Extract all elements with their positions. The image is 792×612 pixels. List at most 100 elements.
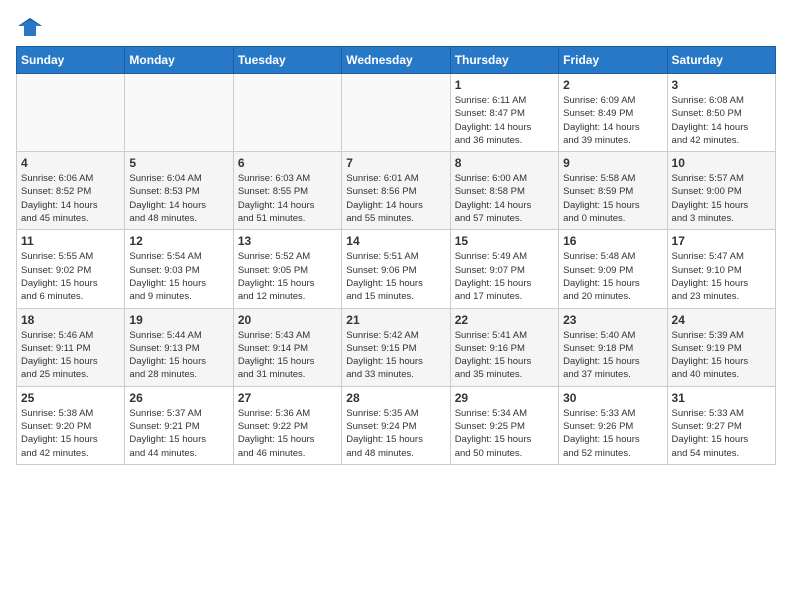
day-number: 16 xyxy=(563,234,662,248)
day-info: Sunrise: 5:42 AMSunset: 9:15 PMDaylight:… xyxy=(346,329,445,382)
day-number: 12 xyxy=(129,234,228,248)
day-number: 27 xyxy=(238,391,337,405)
day-info: Sunrise: 5:40 AMSunset: 9:18 PMDaylight:… xyxy=(563,329,662,382)
calendar-cell: 21 Sunrise: 5:42 AMSunset: 9:15 PMDayligh… xyxy=(342,308,450,386)
day-info: Sunrise: 6:06 AMSunset: 8:52 PMDaylight:… xyxy=(21,172,120,225)
calendar-cell: 14 Sunrise: 5:51 AMSunset: 9:06 PMDayligh… xyxy=(342,230,450,308)
day-number: 5 xyxy=(129,156,228,170)
calendar-cell: 19Sunrise: 5:44 AMSunset: 9:13 PMDayligh… xyxy=(125,308,233,386)
day-info: Sunrise: 6:04 AMSunset: 8:53 PMDaylight:… xyxy=(129,172,228,225)
calendar-cell: 12 Sunrise: 5:54 AMSunset: 9:03 PMDayligh… xyxy=(125,230,233,308)
day-number: 6 xyxy=(238,156,337,170)
day-info: Sunrise: 5:55 AMSunset: 9:02 PMDaylight:… xyxy=(21,250,120,303)
day-number: 14 xyxy=(346,234,445,248)
calendar-header: SundayMondayTuesdayWednesdayThursdayFrid… xyxy=(17,47,776,74)
weekday-header-tuesday: Tuesday xyxy=(233,47,341,74)
day-number: 18 xyxy=(21,313,120,327)
day-info: Sunrise: 5:51 AMSunset: 9:06 PMDaylight:… xyxy=(346,250,445,303)
calendar-cell: 29 Sunrise: 5:34 AMSunset: 9:25 PMDayligh… xyxy=(450,386,558,464)
day-number: 22 xyxy=(455,313,554,327)
weekday-header-sunday: Sunday xyxy=(17,47,125,74)
day-number: 26 xyxy=(129,391,228,405)
logo-icon xyxy=(16,16,44,38)
day-number: 30 xyxy=(563,391,662,405)
calendar-cell: 2Sunrise: 6:09 AMSunset: 8:49 PMDaylight… xyxy=(559,74,667,152)
day-number: 25 xyxy=(21,391,120,405)
calendar-cell: 18 Sunrise: 5:46 AMSunset: 9:11 PMDayligh… xyxy=(17,308,125,386)
day-number: 10 xyxy=(672,156,771,170)
calendar-week-row: 11 Sunrise: 5:55 AMSunset: 9:02 PMDayligh… xyxy=(17,230,776,308)
calendar-cell: 1Sunrise: 6:11 AMSunset: 8:47 PMDaylight… xyxy=(450,74,558,152)
day-number: 24 xyxy=(672,313,771,327)
day-number: 21 xyxy=(346,313,445,327)
day-info: Sunrise: 5:48 AMSunset: 9:09 PMDaylight:… xyxy=(563,250,662,303)
weekday-header-saturday: Saturday xyxy=(667,47,775,74)
calendar-cell xyxy=(233,74,341,152)
day-number: 15 xyxy=(455,234,554,248)
day-number: 11 xyxy=(21,234,120,248)
calendar-cell: 6 Sunrise: 6:03 AMSunset: 8:55 PMDaylight… xyxy=(233,152,341,230)
calendar-cell: 13 Sunrise: 5:52 AMSunset: 9:05 PMDayligh… xyxy=(233,230,341,308)
calendar-cell: 26 Sunrise: 5:37 AMSunset: 9:21 PMDayligh… xyxy=(125,386,233,464)
calendar-cell: 8Sunrise: 6:00 AMSunset: 8:58 PMDaylight… xyxy=(450,152,558,230)
day-number: 13 xyxy=(238,234,337,248)
day-number: 1 xyxy=(455,78,554,92)
day-number: 20 xyxy=(238,313,337,327)
calendar-cell: 9 Sunrise: 5:58 AMSunset: 8:59 PMDaylight… xyxy=(559,152,667,230)
calendar-cell: 31Sunrise: 5:33 AMSunset: 9:27 PMDayligh… xyxy=(667,386,775,464)
calendar-week-row: 18 Sunrise: 5:46 AMSunset: 9:11 PMDayligh… xyxy=(17,308,776,386)
day-info: Sunrise: 5:33 AMSunset: 9:26 PMDaylight:… xyxy=(563,407,662,460)
day-info: Sunrise: 5:34 AMSunset: 9:25 PMDaylight:… xyxy=(455,407,554,460)
day-number: 4 xyxy=(21,156,120,170)
day-info: Sunrise: 5:35 AMSunset: 9:24 PMDaylight:… xyxy=(346,407,445,460)
calendar-cell: 28 Sunrise: 5:35 AMSunset: 9:24 PMDayligh… xyxy=(342,386,450,464)
calendar-cell: 3 Sunrise: 6:08 AMSunset: 8:50 PMDaylight… xyxy=(667,74,775,152)
calendar-cell: 4 Sunrise: 6:06 AMSunset: 8:52 PMDaylight… xyxy=(17,152,125,230)
calendar-cell xyxy=(17,74,125,152)
day-info: Sunrise: 5:43 AMSunset: 9:14 PMDaylight:… xyxy=(238,329,337,382)
day-number: 7 xyxy=(346,156,445,170)
day-info: Sunrise: 6:03 AMSunset: 8:55 PMDaylight:… xyxy=(238,172,337,225)
calendar-cell: 25 Sunrise: 5:38 AMSunset: 9:20 PMDayligh… xyxy=(17,386,125,464)
logo xyxy=(16,16,48,38)
day-info: Sunrise: 5:38 AMSunset: 9:20 PMDaylight:… xyxy=(21,407,120,460)
calendar-cell: 10 Sunrise: 5:57 AMSunset: 9:00 PMDayligh… xyxy=(667,152,775,230)
calendar-cell: 27 Sunrise: 5:36 AMSunset: 9:22 PMDayligh… xyxy=(233,386,341,464)
day-number: 2 xyxy=(563,78,662,92)
calendar-cell: 5 Sunrise: 6:04 AMSunset: 8:53 PMDaylight… xyxy=(125,152,233,230)
day-info: Sunrise: 5:37 AMSunset: 9:21 PMDaylight:… xyxy=(129,407,228,460)
day-info: Sunrise: 6:01 AMSunset: 8:56 PMDaylight:… xyxy=(346,172,445,225)
day-number: 9 xyxy=(563,156,662,170)
page-header xyxy=(16,16,776,38)
day-number: 3 xyxy=(672,78,771,92)
day-info: Sunrise: 5:36 AMSunset: 9:22 PMDaylight:… xyxy=(238,407,337,460)
day-info: Sunrise: 5:54 AMSunset: 9:03 PMDaylight:… xyxy=(129,250,228,303)
day-info: Sunrise: 5:57 AMSunset: 9:00 PMDaylight:… xyxy=(672,172,771,225)
weekday-header-friday: Friday xyxy=(559,47,667,74)
day-number: 23 xyxy=(563,313,662,327)
day-number: 28 xyxy=(346,391,445,405)
weekday-header-thursday: Thursday xyxy=(450,47,558,74)
calendar-week-row: 1Sunrise: 6:11 AMSunset: 8:47 PMDaylight… xyxy=(17,74,776,152)
day-info: Sunrise: 5:39 AMSunset: 9:19 PMDaylight:… xyxy=(672,329,771,382)
calendar-cell: 23 Sunrise: 5:40 AMSunset: 9:18 PMDayligh… xyxy=(559,308,667,386)
calendar-cell: 15Sunrise: 5:49 AMSunset: 9:07 PMDayligh… xyxy=(450,230,558,308)
calendar-cell: 16 Sunrise: 5:48 AMSunset: 9:09 PMDayligh… xyxy=(559,230,667,308)
day-info: Sunrise: 5:52 AMSunset: 9:05 PMDaylight:… xyxy=(238,250,337,303)
weekday-header-wednesday: Wednesday xyxy=(342,47,450,74)
day-info: Sunrise: 5:44 AMSunset: 9:13 PMDaylight:… xyxy=(129,329,228,382)
calendar-cell: 22Sunrise: 5:41 AMSunset: 9:16 PMDayligh… xyxy=(450,308,558,386)
calendar-cell: 30 Sunrise: 5:33 AMSunset: 9:26 PMDayligh… xyxy=(559,386,667,464)
calendar-week-row: 4 Sunrise: 6:06 AMSunset: 8:52 PMDaylight… xyxy=(17,152,776,230)
day-info: Sunrise: 5:46 AMSunset: 9:11 PMDaylight:… xyxy=(21,329,120,382)
day-number: 29 xyxy=(455,391,554,405)
calendar-cell: 17Sunrise: 5:47 AMSunset: 9:10 PMDayligh… xyxy=(667,230,775,308)
day-info: Sunrise: 5:58 AMSunset: 8:59 PMDaylight:… xyxy=(563,172,662,225)
weekday-header-monday: Monday xyxy=(125,47,233,74)
day-number: 17 xyxy=(672,234,771,248)
calendar-cell: 24 Sunrise: 5:39 AMSunset: 9:19 PMDayligh… xyxy=(667,308,775,386)
calendar-cell: 7 Sunrise: 6:01 AMSunset: 8:56 PMDaylight… xyxy=(342,152,450,230)
day-info: Sunrise: 6:08 AMSunset: 8:50 PMDaylight:… xyxy=(672,94,771,147)
day-info: Sunrise: 5:33 AMSunset: 9:27 PMDaylight:… xyxy=(672,407,771,460)
day-info: Sunrise: 6:00 AMSunset: 8:58 PMDaylight:… xyxy=(455,172,554,225)
